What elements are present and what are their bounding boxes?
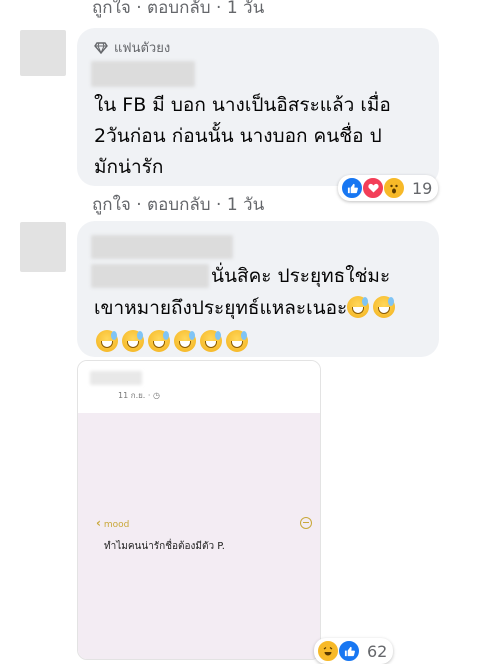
grinning-sweat-emoji <box>174 330 196 352</box>
grinning-sweat-emoji <box>347 296 370 318</box>
comment-text-line2: เขาหมายถึงประยุทธ์แหละเนอะ <box>94 297 348 319</box>
attachment-reaction-summary[interactable]: 62 <box>314 638 394 664</box>
clock-icon: ◷ <box>152 391 160 400</box>
reaction-count: 19 <box>412 178 433 198</box>
comment-text: ใน FB มี บอก นางเป็นอิสระแล้ว เมื่อ 2วัน… <box>94 94 391 178</box>
mood-icon <box>300 517 312 529</box>
grinning-sweat-emoji <box>96 330 118 352</box>
comment-bubble: แฟนตัวยง ใน FB มี บอก นางเป็นอิสระแล้ว เ… <box>77 28 439 186</box>
commenter-name-redacted[interactable] <box>91 235 233 259</box>
like-reaction-icon <box>341 177 363 199</box>
back-link: ‹ mood <box>96 516 129 530</box>
attachment-screen: ‹ mood ทำไมคนน่ารักชื่อต้องมีตัว P. <box>78 413 320 659</box>
fan-badge: แฟนตัวยง <box>94 37 170 58</box>
previous-comment-actions[interactable]: ถูกใจ · ตอบกลับ · 1 วัน <box>92 0 264 21</box>
attachment-question: ทำไมคนน่ารักชื่อต้องมีตัว P. <box>104 541 225 552</box>
like-reaction-icon <box>338 640 360 662</box>
back-link-label: mood <box>103 520 130 530</box>
love-reaction-icon <box>362 177 384 199</box>
grinning-sweat-emoji <box>122 330 144 352</box>
attachment-header: 11 ก.ย. · ◷ <box>78 361 320 413</box>
comment-attachment-image[interactable]: 11 ก.ย. · ◷ ‹ mood ทำไมคนน่ารักชื่อต้องม… <box>77 360 321 660</box>
comment-bubble: นั่นสิคะ ประยุทธใช่มะ เขาหมายถึงประยุทธ์… <box>77 221 439 357</box>
avatar[interactable] <box>20 30 66 76</box>
fan-badge-label: แฟนตัวยง <box>114 41 171 56</box>
commenter-name-redacted[interactable] <box>91 61 195 87</box>
haha-reaction-icon <box>317 640 339 662</box>
grinning-sweat-emoji <box>226 330 248 352</box>
diamond-icon <box>94 41 108 54</box>
wow-reaction-icon <box>383 177 405 199</box>
comment-text-line2-row: เขาหมายถึงประยุทธ์แหละเนอะ <box>94 293 434 324</box>
avatar[interactable] <box>20 222 66 272</box>
grinning-sweat-emoji <box>200 330 222 352</box>
commenter-name-redacted[interactable] <box>91 264 209 288</box>
grinning-sweat-emoji <box>148 330 170 352</box>
comment-actions[interactable]: ถูกใจ · ตอบกลับ · 1 วัน <box>92 191 264 218</box>
emoji-row <box>96 330 252 352</box>
attachment-username-redacted <box>90 371 142 385</box>
reaction-summary[interactable]: 19 <box>338 175 439 201</box>
attachment-date-text: 11 ก.ย. · <box>118 391 153 400</box>
attachment-date: 11 ก.ย. · ◷ <box>118 389 160 402</box>
chevron-left-icon: ‹ <box>96 516 101 530</box>
reaction-count: 62 <box>367 641 388 661</box>
comment-text-line1: นั่นสิคะ ประยุทธใช่มะ <box>211 265 391 287</box>
grinning-sweat-emoji <box>373 296 396 318</box>
